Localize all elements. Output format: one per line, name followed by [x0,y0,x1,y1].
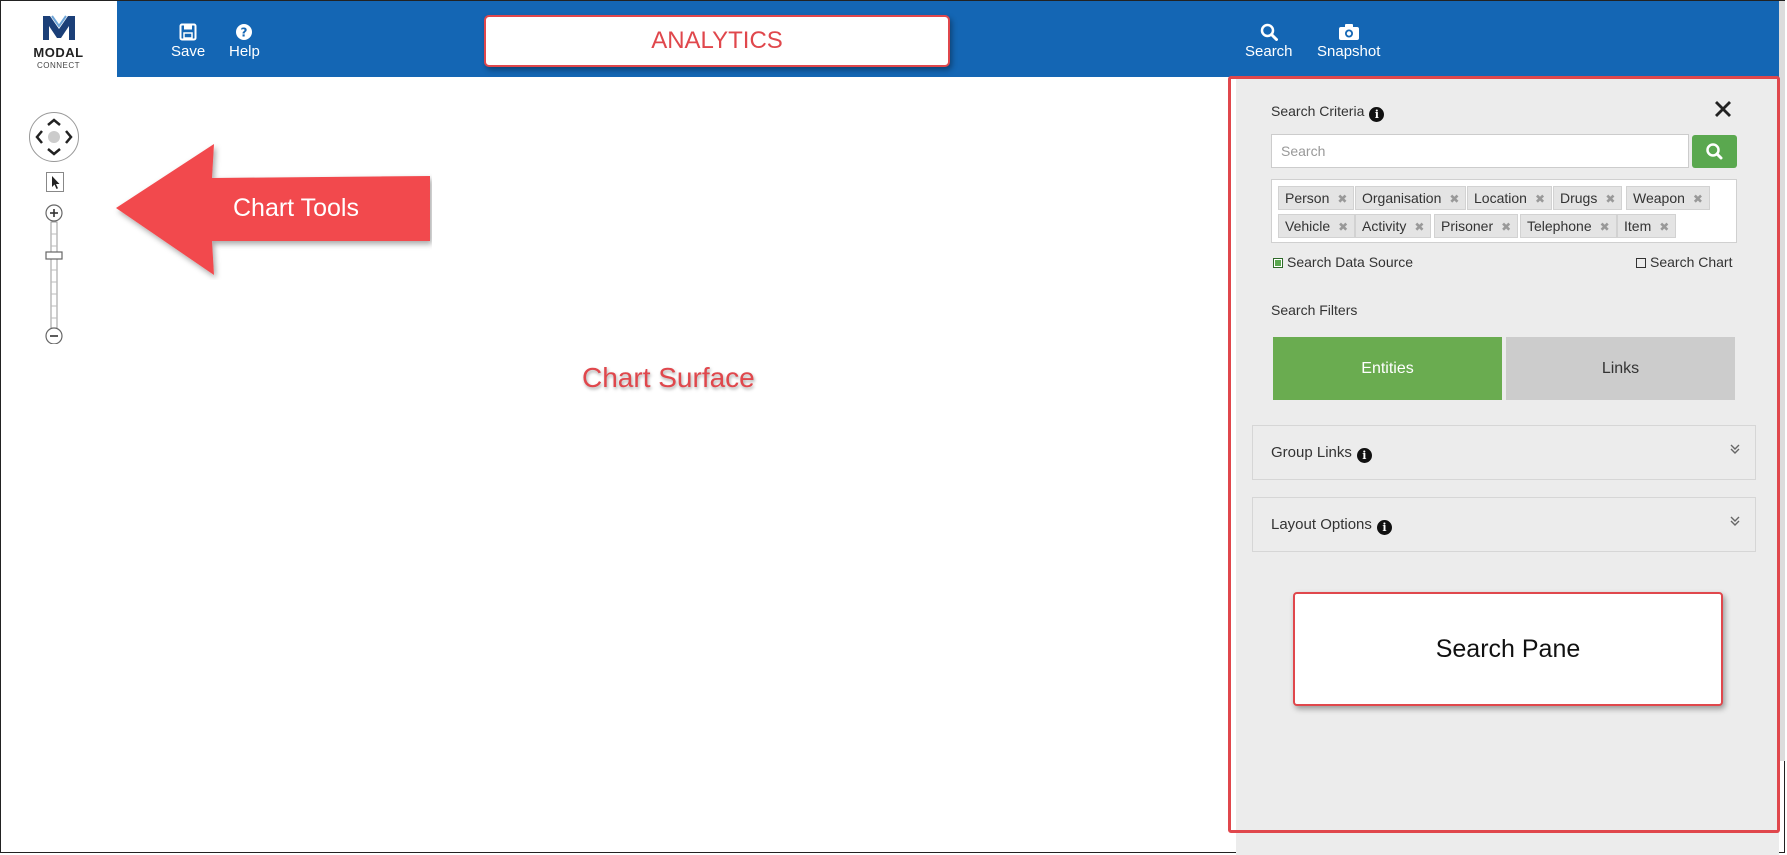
help-label: Help [229,43,260,60]
pan-arrows-icon [35,118,73,156]
save-button[interactable]: Save [171,21,205,60]
logo-subtext: CONNECT [36,61,81,70]
select-tool-button[interactable] [46,172,64,192]
chart-surface-annotation: Chart Surface [582,362,755,393]
pan-control[interactable] [29,112,79,162]
app-logo: MODAL CONNECT [1,1,116,77]
pointer-icon [52,176,60,189]
search-icon [1260,23,1278,41]
search-button[interactable]: Search [1245,21,1293,60]
help-button[interactable]: ? Help [229,21,260,60]
camera-icon [1338,24,1359,40]
help-icon: ? [236,24,253,40]
snapshot-label: Snapshot [1317,43,1381,60]
snapshot-button[interactable]: Snapshot [1317,21,1380,60]
top-bar: MODAL CONNECT Save ? Help Search Snapsho… [1,1,1779,77]
logo-text: MODAL [33,45,84,60]
page-title: ANALYTICS [484,15,950,67]
search-pane-highlight [1228,76,1780,833]
svg-text:?: ? [241,26,248,40]
save-label: Save [171,43,206,60]
save-icon [179,23,197,41]
zoom-slider[interactable] [43,204,67,344]
search-label: Search [1245,43,1293,60]
modal-logo-icon [43,15,75,40]
chart-tools-annotation: Chart Tools [233,194,359,222]
